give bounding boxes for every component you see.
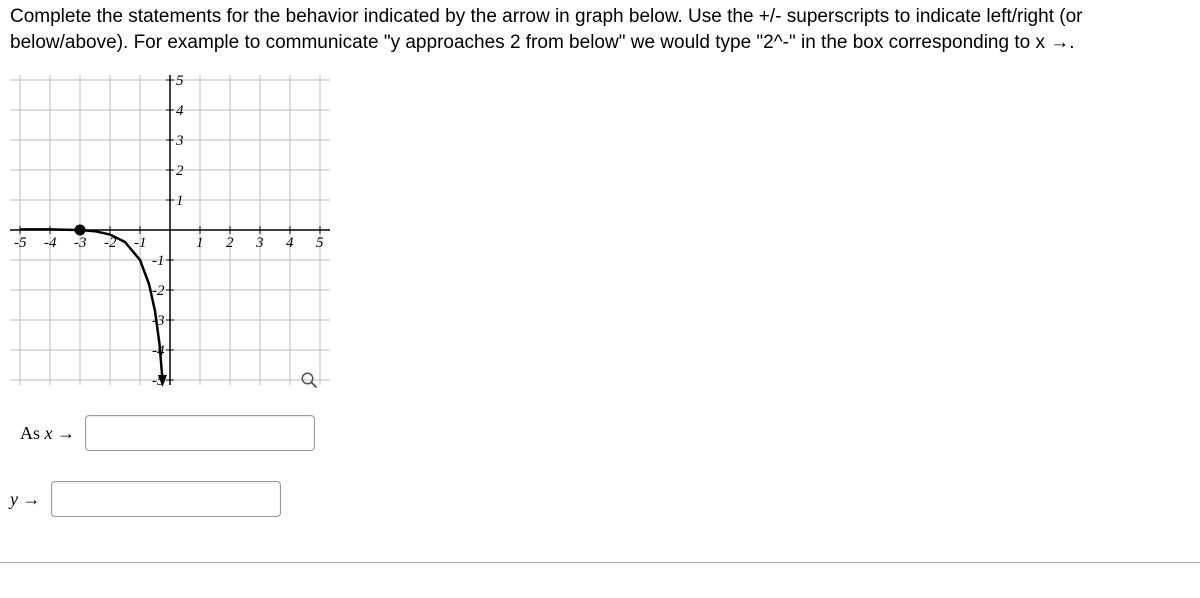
x-approaches-label: As x → <box>20 423 75 444</box>
graph-plot: -5 -4 -3 -2 -1 1 2 3 4 5 5 4 3 2 1 -1 -2… <box>10 75 350 395</box>
bottom-divider <box>0 562 1200 563</box>
magnifier-icon[interactable] <box>300 371 318 389</box>
x-input-row: As x → <box>20 415 1190 451</box>
y-approaches-label: y → <box>10 489 41 510</box>
y-approaches-input[interactable] <box>51 481 281 517</box>
coordinate-grid: -5 -4 -3 -2 -1 1 2 3 4 5 5 4 3 2 1 -1 -2… <box>10 75 350 395</box>
x-approaches-input[interactable] <box>85 415 315 451</box>
svg-text:1: 1 <box>176 193 184 209</box>
function-curve <box>20 230 163 381</box>
svg-text:5: 5 <box>316 235 324 251</box>
svg-text:4: 4 <box>286 235 294 251</box>
svg-text:2: 2 <box>226 235 234 251</box>
svg-text:5: 5 <box>176 75 184 89</box>
y-input-row: y → <box>10 481 1190 517</box>
svg-text:-4: -4 <box>44 235 57 251</box>
svg-text:-1: -1 <box>152 253 165 269</box>
svg-text:-2: -2 <box>152 283 165 299</box>
svg-text:1: 1 <box>196 235 204 251</box>
svg-text:2: 2 <box>176 163 184 179</box>
svg-text:-5: -5 <box>14 235 27 251</box>
svg-text:-3: -3 <box>74 235 87 251</box>
instructions-text: Complete the statements for the behavior… <box>0 0 1100 65</box>
svg-text:4: 4 <box>176 103 184 119</box>
solid-point <box>75 225 86 236</box>
svg-text:3: 3 <box>175 133 184 149</box>
svg-text:3: 3 <box>255 235 264 251</box>
svg-text:-1: -1 <box>134 235 147 251</box>
